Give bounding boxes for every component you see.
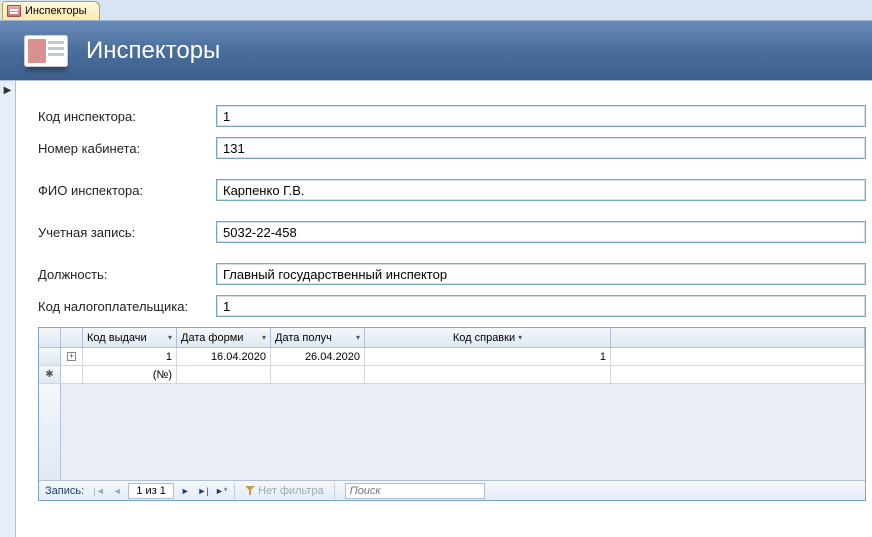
nav-label: Запись:	[39, 485, 90, 497]
search-input[interactable]	[345, 483, 485, 499]
col-header-issue-code[interactable]: Код выдачи ▾	[83, 328, 177, 348]
nav-separator	[234, 483, 235, 499]
col-label-ref-code: Код справки	[453, 332, 515, 344]
cell-new-receive-date[interactable]	[271, 366, 365, 384]
form-icon	[7, 5, 21, 17]
dropdown-icon: ▾	[518, 333, 522, 342]
cell-blank	[611, 348, 865, 366]
current-record-marker-icon: ▶	[0, 85, 15, 96]
cell-new-form-date[interactable]	[177, 366, 271, 384]
cell-new-blank	[611, 366, 865, 384]
input-position[interactable]	[216, 263, 866, 285]
nav-next-button[interactable]: ►	[176, 482, 194, 500]
cell-issue-code[interactable]: 1	[83, 348, 177, 366]
cell-new-issue-code[interactable]: (№)	[83, 366, 177, 384]
row-selector[interactable]	[39, 348, 61, 366]
label-inspector-fio: ФИО инспектора:	[38, 183, 216, 198]
tab-label: Инспекторы	[25, 5, 87, 17]
grid-empty-area	[61, 384, 865, 480]
form-title: Инспекторы	[86, 37, 220, 65]
col-label-receive-date: Дата получ	[275, 332, 332, 344]
label-room-number: Номер кабинета:	[38, 141, 216, 156]
input-taxpayer-code[interactable]	[216, 295, 866, 317]
col-label-form-date: Дата форми	[181, 332, 243, 344]
filter-text: Нет фильтра	[258, 485, 324, 497]
grid-expand-header	[61, 328, 83, 348]
subform-datasheet: Код выдачи ▾ Дата форми ▾ Дата получ ▾ Код …	[38, 327, 866, 501]
cell-new-ref-code[interactable]	[365, 366, 611, 384]
col-label-issue-code: Код выдачи	[87, 332, 147, 344]
new-row-icon: ✱	[45, 369, 53, 380]
cell-ref-code[interactable]: 1	[365, 348, 611, 366]
nav-prev-button[interactable]: ◄	[108, 482, 126, 500]
nav-position[interactable]: 1 из 1	[128, 483, 174, 499]
input-inspector-code[interactable]	[216, 105, 866, 127]
expand-row-new	[61, 366, 83, 384]
tab-strip: Инспекторы	[0, 0, 872, 20]
record-navigation: Запись: |◄ ◄ 1 из 1 ► ►| ►* Нет фильтра	[39, 480, 865, 500]
grid-gutter	[39, 384, 61, 480]
dropdown-icon: ▾	[262, 333, 266, 342]
record-selector-bar[interactable]: ▶	[0, 81, 16, 537]
input-account[interactable]	[216, 221, 866, 243]
col-header-ref-code[interactable]: Код справки▾	[365, 328, 611, 348]
funnel-icon	[245, 486, 255, 496]
col-header-receive-date[interactable]: Дата получ ▾	[271, 328, 365, 348]
label-taxpayer-code: Код налогоплательщика:	[38, 299, 216, 314]
nav-first-button[interactable]: |◄	[90, 482, 108, 500]
col-header-form-date[interactable]: Дата форми ▾	[177, 328, 271, 348]
nav-separator	[334, 483, 335, 499]
form-header-icon	[24, 35, 68, 67]
filter-status[interactable]: Нет фильтра	[239, 485, 330, 497]
cell-form-date[interactable]: 16.04.2020	[177, 348, 271, 366]
expand-row[interactable]: +	[61, 348, 83, 366]
input-room-number[interactable]	[216, 137, 866, 159]
cell-receive-date[interactable]: 26.04.2020	[271, 348, 365, 366]
grid-select-all[interactable]	[39, 328, 61, 348]
nav-last-button[interactable]: ►|	[194, 482, 212, 500]
form-body: Код инспектора: Номер кабинета: ФИО инсп…	[16, 81, 872, 537]
row-selector-new[interactable]: ✱	[39, 366, 61, 384]
label-position: Должность:	[38, 267, 216, 282]
dropdown-icon: ▾	[356, 333, 360, 342]
dropdown-icon: ▾	[168, 333, 172, 342]
input-inspector-fio[interactable]	[216, 179, 866, 201]
label-inspector-code: Код инспектора:	[38, 109, 216, 124]
form-header: Инспекторы	[0, 20, 872, 80]
col-header-blank	[611, 328, 865, 348]
plus-icon: +	[67, 352, 76, 361]
label-account: Учетная запись:	[38, 225, 216, 240]
tab-inspectors[interactable]: Инспекторы	[2, 1, 100, 20]
nav-new-button[interactable]: ►*	[212, 482, 230, 500]
